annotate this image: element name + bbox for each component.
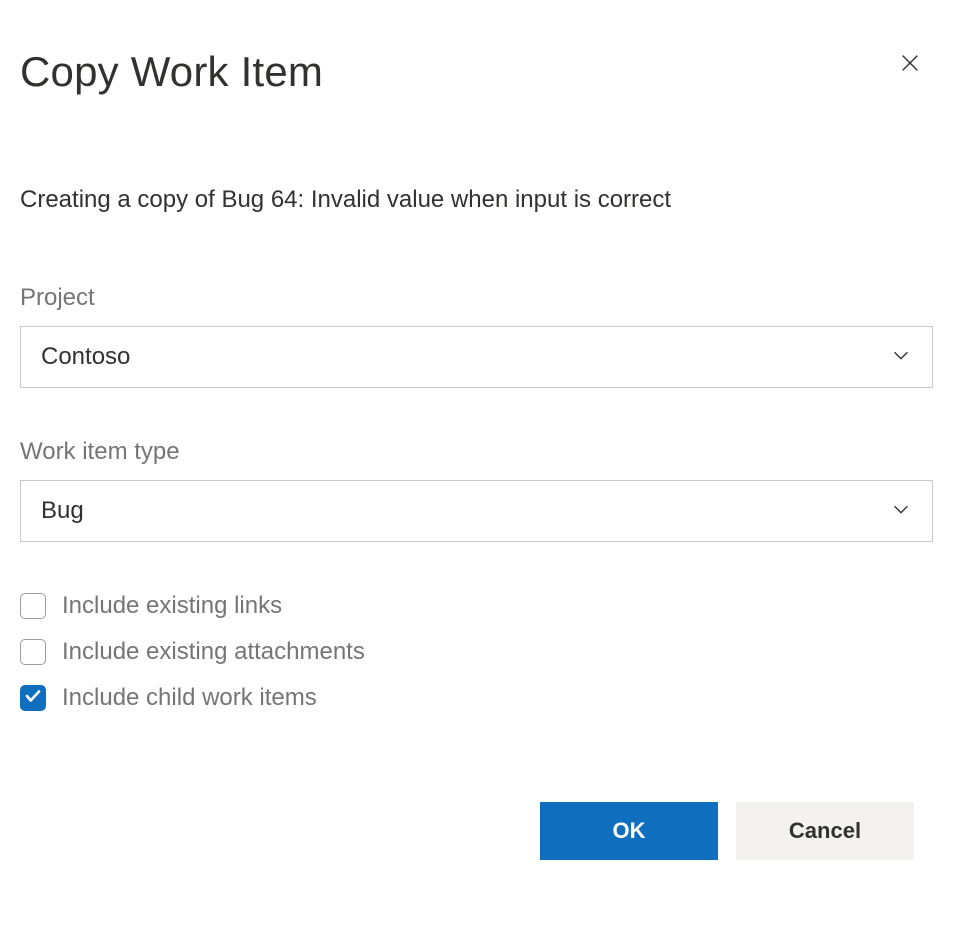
include-attachments-label[interactable]: Include existing attachments <box>62 638 365 666</box>
ok-button[interactable]: OK <box>540 802 718 860</box>
work-item-type-field-group: Work item type Bug <box>20 438 936 542</box>
copy-work-item-dialog: Copy Work Item Creating a copy of Bug 64… <box>20 48 936 860</box>
dialog-button-row: OK Cancel <box>20 802 936 860</box>
include-child-items-label[interactable]: Include child work items <box>62 684 317 712</box>
checkbox-group: Include existing links Include existing … <box>20 592 936 712</box>
check-icon <box>24 687 42 710</box>
project-dropdown[interactable]: Contoso <box>20 326 933 388</box>
project-dropdown-value: Contoso <box>41 343 130 371</box>
include-attachments-checkbox[interactable] <box>20 639 46 665</box>
close-button[interactable] <box>894 48 926 80</box>
include-child-items-checkbox[interactable] <box>20 685 46 711</box>
cancel-button[interactable]: Cancel <box>736 802 914 860</box>
chevron-down-icon <box>890 344 912 371</box>
project-label: Project <box>20 284 936 312</box>
work-item-type-dropdown-value: Bug <box>41 497 84 525</box>
include-attachments-row: Include existing attachments <box>20 638 936 666</box>
include-child-items-row: Include child work items <box>20 684 936 712</box>
dialog-title: Copy Work Item <box>20 48 936 96</box>
include-links-checkbox[interactable] <box>20 593 46 619</box>
project-field-group: Project Contoso <box>20 284 936 388</box>
work-item-type-label: Work item type <box>20 438 936 466</box>
close-icon <box>899 52 921 77</box>
chevron-down-icon <box>890 498 912 525</box>
work-item-type-dropdown[interactable]: Bug <box>20 480 933 542</box>
include-links-label[interactable]: Include existing links <box>62 592 282 620</box>
dialog-description: Creating a copy of Bug 64: Invalid value… <box>20 186 936 214</box>
include-links-row: Include existing links <box>20 592 936 620</box>
